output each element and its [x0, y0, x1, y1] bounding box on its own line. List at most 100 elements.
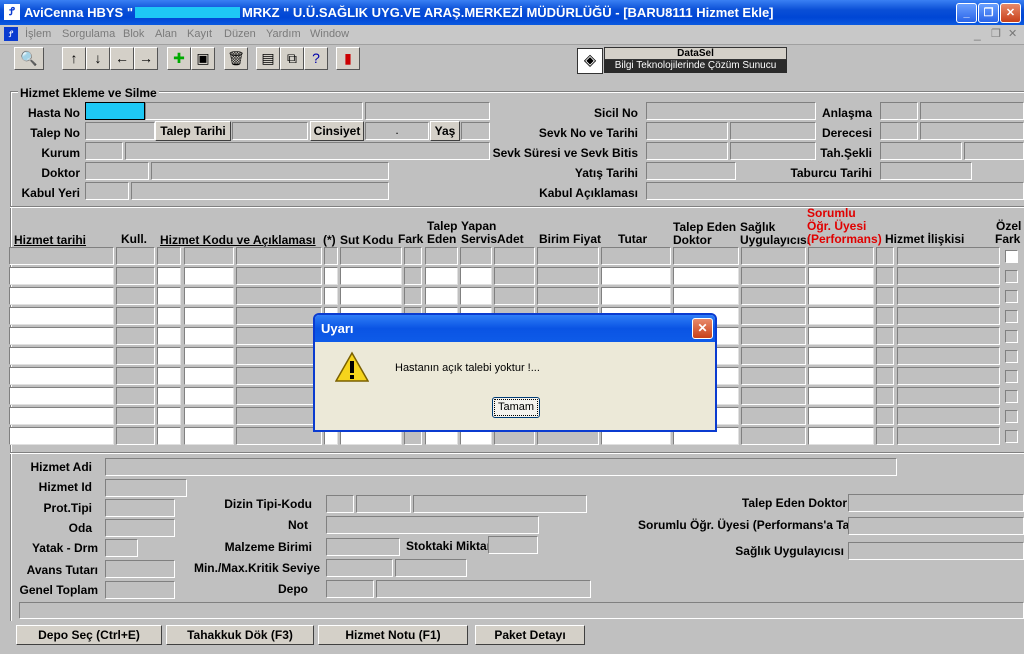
menu-alan[interactable]: Alan	[155, 28, 177, 40]
grid-cell[interactable]	[808, 267, 874, 285]
grid-cell[interactable]	[116, 347, 155, 365]
depo-name-field[interactable]	[376, 580, 591, 598]
grid-cell[interactable]	[876, 327, 894, 345]
kabul-yeri-code-field[interactable]	[85, 182, 129, 200]
grid-cell[interactable]	[184, 407, 234, 425]
copy-icon[interactable]: ⧉	[280, 47, 304, 70]
grid-cell[interactable]	[157, 387, 181, 405]
yatis-tarihi-field[interactable]	[646, 162, 736, 180]
print-icon[interactable]: ▤	[256, 47, 280, 70]
grid-cell[interactable]	[601, 267, 671, 285]
grid-cell[interactable]	[876, 307, 894, 325]
stoktaki-field[interactable]	[488, 536, 538, 554]
grid-cell[interactable]	[897, 267, 1000, 285]
grid-cell[interactable]	[340, 247, 402, 265]
grid-cell[interactable]	[157, 367, 181, 385]
grid-cell[interactable]	[494, 287, 535, 305]
hizmet-notu-button[interactable]: Hizmet Notu (F1)	[318, 625, 468, 645]
sevk-suresi-field[interactable]	[646, 142, 728, 160]
hizmet-id-field[interactable]	[105, 479, 187, 497]
grid-cell[interactable]	[673, 267, 739, 285]
grid-cell[interactable]	[9, 327, 114, 345]
yatak-field[interactable]	[105, 539, 138, 557]
doktor-code-field[interactable]	[85, 162, 149, 180]
grid-cell[interactable]	[404, 267, 422, 285]
dizin-kodu-field[interactable]	[356, 495, 411, 513]
grid-cell[interactable]	[601, 287, 671, 305]
kabul-yeri-name-field[interactable]	[131, 182, 389, 200]
grid-cell[interactable]	[184, 387, 234, 405]
help-icon[interactable]: ?	[304, 47, 328, 70]
genel-toplam-field[interactable]	[105, 581, 175, 599]
grid-cell[interactable]	[460, 287, 492, 305]
grid-cell[interactable]	[236, 367, 322, 385]
grid-cell[interactable]	[184, 327, 234, 345]
grid-cell[interactable]	[897, 427, 1000, 445]
grid-cell[interactable]	[157, 407, 181, 425]
arrow-down-icon[interactable]: ↓	[86, 47, 110, 70]
ozel-fark-checkbox[interactable]	[1005, 290, 1018, 303]
derecesi-name-field[interactable]	[920, 122, 1024, 140]
dizin-aciklama-field[interactable]	[413, 495, 587, 513]
grid-cell[interactable]	[808, 367, 874, 385]
grid-cell[interactable]	[741, 267, 806, 285]
min-seviye-field[interactable]	[326, 559, 393, 577]
kabul-aciklamasi-field[interactable]	[646, 182, 1024, 200]
grid-cell[interactable]	[741, 347, 806, 365]
tah-sekli-name-field[interactable]	[964, 142, 1024, 160]
ozel-fark-checkbox[interactable]	[1005, 370, 1018, 383]
grid-cell[interactable]	[808, 347, 874, 365]
grid-cell[interactable]	[741, 247, 806, 265]
not-field[interactable]	[326, 516, 539, 534]
max-seviye-field[interactable]	[395, 559, 467, 577]
grid-cell[interactable]	[537, 267, 599, 285]
arrow-right-icon[interactable]: →	[134, 47, 158, 70]
grid-cell[interactable]	[157, 307, 181, 325]
grid-cell[interactable]	[116, 367, 155, 385]
grid-cell[interactable]	[9, 407, 114, 425]
grid-cell[interactable]	[236, 307, 322, 325]
grid-cell[interactable]	[9, 347, 114, 365]
add-record-icon[interactable]: ✚	[167, 47, 191, 70]
ozel-fark-checkbox[interactable]	[1005, 310, 1018, 323]
doktor-name-field[interactable]	[151, 162, 389, 180]
grid-cell[interactable]	[741, 307, 806, 325]
grid-cell[interactable]	[184, 367, 234, 385]
arrow-up-icon[interactable]: ↑	[62, 47, 86, 70]
grid-cell[interactable]	[9, 247, 114, 265]
depo-code-field[interactable]	[326, 580, 374, 598]
grid-cell[interactable]	[897, 307, 1000, 325]
grid-cell[interactable]	[184, 287, 234, 305]
ozel-fark-checkbox[interactable]	[1005, 410, 1018, 423]
dialog-close-button[interactable]: ✕	[692, 318, 713, 339]
cinsiyet-field[interactable]: .	[365, 122, 429, 140]
anlasma-code-field[interactable]	[880, 102, 918, 120]
dizin-tipi-field[interactable]	[326, 495, 354, 513]
talep-no-field[interactable]	[85, 122, 155, 140]
grid-cell[interactable]	[157, 327, 181, 345]
kurum-code-field[interactable]	[85, 142, 123, 160]
grid-cell[interactable]	[404, 287, 422, 305]
grid-cell[interactable]	[876, 427, 894, 445]
grid-cell[interactable]	[897, 367, 1000, 385]
grid-cell[interactable]	[741, 387, 806, 405]
save-icon[interactable]: ▣	[191, 47, 215, 70]
grid-cell[interactable]	[897, 407, 1000, 425]
grid-cell[interactable]	[876, 347, 894, 365]
grid-cell[interactable]	[494, 267, 535, 285]
grid-cell[interactable]	[9, 367, 114, 385]
grid-cell[interactable]	[808, 407, 874, 425]
grid-cell[interactable]	[673, 247, 739, 265]
grid-cell[interactable]	[537, 247, 599, 265]
grid-cell[interactable]	[184, 347, 234, 365]
arrow-left-icon[interactable]: ←	[110, 47, 134, 70]
kurum-name-field[interactable]	[125, 142, 490, 160]
grid-cell[interactable]	[340, 287, 402, 305]
yas-button[interactable]: Yaş	[430, 121, 460, 141]
grid-cell[interactable]	[9, 307, 114, 325]
ozel-fark-checkbox[interactable]	[1005, 350, 1018, 363]
sorumlu-field[interactable]	[848, 517, 1024, 535]
grid-cell[interactable]	[116, 407, 155, 425]
grid-cell[interactable]	[425, 247, 458, 265]
exit-icon[interactable]: ▮	[336, 47, 360, 70]
